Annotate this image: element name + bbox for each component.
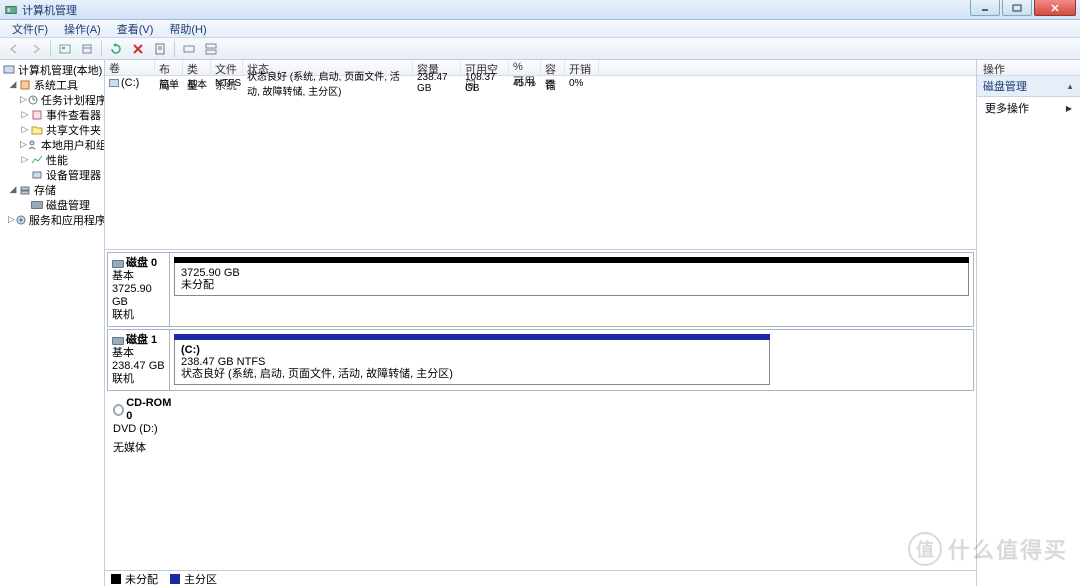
col-type[interactable]: 类型 [183, 60, 211, 75]
toolbar-icon-1[interactable] [55, 40, 75, 58]
volume-list: 卷 布局 类型 文件系统 状态 容量 可用空间 % 可用 容错 开销 (C:) … [105, 60, 976, 250]
disk-icon [112, 260, 124, 268]
volume-header: 卷 布局 类型 文件系统 状态 容量 可用空间 % 可用 容错 开销 [105, 60, 976, 76]
refresh-button[interactable] [106, 40, 126, 58]
users-icon [27, 138, 39, 152]
col-percent[interactable]: % 可用 [509, 60, 541, 75]
disk-0-row[interactable]: 磁盘 0 基本 3725.90 GB 联机 3725.90 GB 未分配 [107, 252, 974, 327]
tree-perf[interactable]: ▷ 性能 [0, 152, 104, 167]
task-icon [27, 93, 39, 107]
volume-icon [109, 79, 119, 87]
toolbar [0, 38, 1080, 60]
disk-graphical-area: 磁盘 0 基本 3725.90 GB 联机 3725.90 GB 未分配 [105, 250, 976, 586]
menu-help[interactable]: 帮助(H) [161, 19, 214, 39]
actions-more[interactable]: 更多操作 ▶ [977, 97, 1080, 119]
expand-icon[interactable]: ▷ [20, 94, 27, 105]
legend: 未分配 主分区 [105, 570, 976, 586]
tree-shared[interactable]: ▷ 共享文件夹 [0, 122, 104, 137]
menu-view[interactable]: 查看(V) [109, 19, 162, 39]
tree-systools[interactable]: ◢ 系统工具 [0, 77, 104, 92]
services-icon [15, 213, 27, 227]
expand-icon[interactable]: ▷ [8, 214, 15, 225]
menu-action[interactable]: 操作(A) [56, 19, 109, 39]
properties-button[interactable] [150, 40, 170, 58]
tree-storage[interactable]: ◢ 存储 [0, 182, 104, 197]
col-overhead[interactable]: 开销 [565, 60, 599, 75]
computer-icon [2, 63, 16, 77]
storage-icon [18, 183, 32, 197]
event-icon [30, 108, 44, 122]
tree-root[interactable]: 计算机管理(本地) [0, 62, 104, 77]
tree-panel: 计算机管理(本地) ◢ 系统工具 ▷ 任务计划程序 ▷ 事件查看器 ▷ 共享文件… [0, 60, 105, 586]
disk-0-partition-unallocated[interactable]: 3725.90 GB 未分配 [174, 257, 969, 296]
expand-icon[interactable]: ▷ [20, 109, 30, 120]
device-icon [30, 168, 44, 182]
volume-row[interactable]: (C:) 简单 基本 NTFS 状态良好 (系统, 启动, 页面文件, 活动, … [105, 76, 976, 90]
legend-unallocated: 未分配 [111, 571, 158, 586]
toolbar-separator [101, 41, 102, 57]
menu-file[interactable]: 文件(F) [4, 19, 56, 39]
expand-icon[interactable]: ▷ [20, 154, 30, 165]
maximize-button[interactable] [1002, 0, 1032, 16]
collapse-icon[interactable]: ◢ [8, 79, 18, 90]
disk-1-row[interactable]: 磁盘 1 基本 238.47 GB 联机 (C:) 238.47 GB NTFS… [107, 329, 974, 391]
app-icon [4, 3, 18, 17]
tree-users[interactable]: ▷ 本地用户和组 [0, 137, 104, 152]
expand-icon[interactable]: ▷ [20, 139, 27, 150]
toolbar-separator [174, 41, 175, 57]
col-filesystem[interactable]: 文件系统 [211, 60, 243, 75]
cdrom-info: CD-ROM 0 DVD (D:) 无媒体 [113, 397, 175, 455]
toolbar-separator [50, 41, 51, 57]
collapse-icon: ▲ [1066, 82, 1074, 91]
col-fault[interactable]: 容错 [541, 60, 565, 75]
folder-icon [30, 123, 44, 137]
delete-button[interactable] [128, 40, 148, 58]
center-panel: 卷 布局 类型 文件系统 状态 容量 可用空间 % 可用 容错 开销 (C:) … [105, 60, 977, 586]
col-volume[interactable]: 卷 [105, 60, 155, 75]
disk-icon [30, 198, 44, 212]
legend-primary: 主分区 [170, 571, 217, 586]
collapse-icon[interactable]: ◢ [8, 184, 18, 195]
disk-icon [112, 337, 124, 345]
expand-icon[interactable]: ▷ [20, 124, 30, 135]
perf-icon [30, 153, 44, 167]
toolbar-icon-2[interactable] [77, 40, 97, 58]
tree-diskmgmt[interactable]: 磁盘管理 [0, 197, 104, 212]
window-title: 计算机管理 [22, 2, 77, 18]
actions-header: 操作 [977, 60, 1080, 76]
tree-devmgr[interactable]: 设备管理器 [0, 167, 104, 182]
view-icon-1[interactable] [179, 40, 199, 58]
actions-panel: 操作 磁盘管理 ▲ 更多操作 ▶ [977, 60, 1080, 586]
tree-event[interactable]: ▷ 事件查看器 [0, 107, 104, 122]
menu-bar: 文件(F) 操作(A) 查看(V) 帮助(H) [0, 20, 1080, 38]
forward-button[interactable] [26, 40, 46, 58]
cd-icon [113, 404, 124, 416]
minimize-button[interactable] [970, 0, 1000, 16]
tools-icon [18, 78, 32, 92]
title-bar: 计算机管理 [0, 0, 1080, 20]
submenu-icon: ▶ [1066, 104, 1072, 113]
close-button[interactable] [1034, 0, 1076, 16]
tree-task[interactable]: ▷ 任务计划程序 [0, 92, 104, 107]
col-layout[interactable]: 布局 [155, 60, 183, 75]
view-icon-2[interactable] [201, 40, 221, 58]
disk-1-info: 磁盘 1 基本 238.47 GB 联机 [108, 330, 170, 390]
disk-1-partition-c[interactable]: (C:) 238.47 GB NTFS 状态良好 (系统, 启动, 页面文件, … [174, 334, 770, 385]
tree-services[interactable]: ▷ 服务和应用程序 [0, 212, 104, 227]
disk-0-info: 磁盘 0 基本 3725.90 GB 联机 [108, 253, 170, 326]
cdrom-row[interactable]: CD-ROM 0 DVD (D:) 无媒体 [107, 393, 974, 459]
back-button[interactable] [4, 40, 24, 58]
actions-section-diskmgmt[interactable]: 磁盘管理 ▲ [977, 76, 1080, 97]
